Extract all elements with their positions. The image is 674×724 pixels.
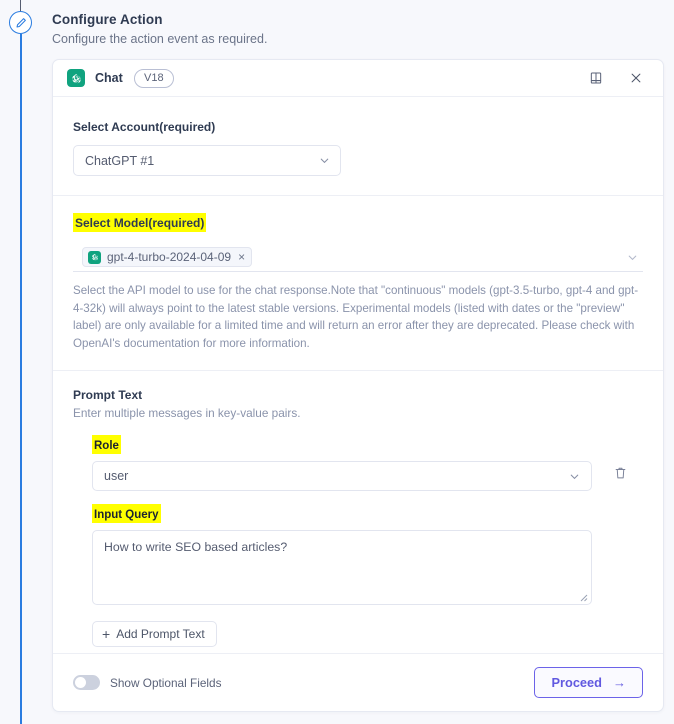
- role-row: user: [92, 461, 643, 492]
- model-chip-label: gpt-4-turbo-2024-04-09: [107, 250, 232, 264]
- add-prompt-text-button[interactable]: + Add Prompt Text: [92, 621, 217, 648]
- chevron-down-icon: [568, 470, 581, 483]
- plus-icon: +: [102, 626, 111, 643]
- pencil-icon: [15, 17, 27, 29]
- toggle-knob: [75, 677, 86, 688]
- arrow-right-icon: →: [613, 675, 626, 690]
- prompt-item: Role user Input Query How to write SEO b…: [73, 435, 643, 606]
- input-query-label-wrap: Input Query: [92, 504, 643, 524]
- resize-handle-icon[interactable]: [578, 591, 588, 602]
- role-value: user: [104, 469, 129, 484]
- select-model-label: Select Model: [75, 216, 149, 230]
- openai-logo-icon: [88, 250, 101, 264]
- book-icon[interactable]: [583, 65, 609, 91]
- rail-connector-bottom: [20, 34, 22, 724]
- openai-logo-icon: [67, 69, 85, 87]
- role-highlight: Role: [92, 435, 121, 455]
- select-account-label: Select Account: [73, 120, 160, 134]
- trash-icon[interactable]: [614, 466, 627, 480]
- edit-step-button[interactable]: [9, 11, 32, 34]
- select-account-required: (required): [159, 120, 216, 134]
- workflow-rail: [0, 0, 41, 724]
- select-model-section: Select Model(required) gpt-4-turbo-2024-…: [53, 196, 663, 370]
- prompt-text-section: Prompt Text Enter multiple messages in k…: [53, 371, 663, 669]
- input-query-textarea[interactable]: How to write SEO based articles?: [92, 530, 592, 606]
- select-model-help-text: Select the API model to use for the chat…: [73, 284, 639, 350]
- app-name: Chat: [95, 71, 123, 85]
- chevron-down-icon: [626, 251, 639, 264]
- select-account-dropdown[interactable]: ChatGPT #1: [73, 145, 341, 176]
- close-icon[interactable]: ×: [238, 251, 245, 263]
- card-header: Chat V18: [53, 60, 663, 97]
- role-label: Role: [94, 440, 119, 453]
- version-badge: V18: [133, 68, 174, 88]
- select-account-value: ChatGPT #1: [85, 153, 155, 168]
- add-prompt-text-label: Add Prompt Text: [116, 627, 205, 642]
- prompt-text-subtitle: Enter multiple messages in key-value pai…: [73, 406, 301, 421]
- page-title: Configure Action: [52, 12, 163, 27]
- configure-action-card: Chat V18 Select Account(required) ChatGP…: [52, 59, 664, 712]
- page-subtitle: Configure the action event as required.: [52, 32, 268, 46]
- select-model-highlight: Select Model(required): [73, 213, 207, 232]
- select-model-control: gpt-4-turbo-2024-04-09 ×: [73, 243, 643, 272]
- proceed-label: Proceed: [551, 675, 602, 690]
- select-model-required: (required): [148, 216, 205, 230]
- chevron-down-icon: [318, 154, 331, 167]
- prompt-text-title: Prompt Text: [73, 388, 143, 403]
- app-root: Configure Action Configure the action ev…: [0, 0, 674, 724]
- close-icon[interactable]: [623, 65, 649, 91]
- page-header: Configure Action Configure the action ev…: [52, 12, 267, 46]
- proceed-button[interactable]: Proceed →: [534, 667, 643, 698]
- input-query-value: How to write SEO based articles?: [104, 540, 288, 555]
- role-label-wrap: Role: [92, 435, 643, 455]
- show-optional-fields-label: Show Optional Fields: [110, 675, 222, 690]
- show-optional-fields-toggle[interactable]: [73, 675, 100, 690]
- model-chip[interactable]: gpt-4-turbo-2024-04-09 ×: [82, 247, 253, 267]
- select-account-label-wrap: Select Account(required): [73, 118, 643, 136]
- input-query-label: Input Query: [94, 509, 159, 522]
- input-query-highlight: Input Query: [92, 504, 161, 524]
- select-account-section: Select Account(required) ChatGPT #1: [53, 97, 663, 195]
- select-model-label-wrap: Select Model(required): [73, 213, 643, 232]
- role-dropdown[interactable]: user: [92, 461, 592, 492]
- select-model-dropdown[interactable]: gpt-4-turbo-2024-04-09 ×: [73, 243, 643, 272]
- card-footer: Show Optional Fields Proceed →: [53, 653, 663, 711]
